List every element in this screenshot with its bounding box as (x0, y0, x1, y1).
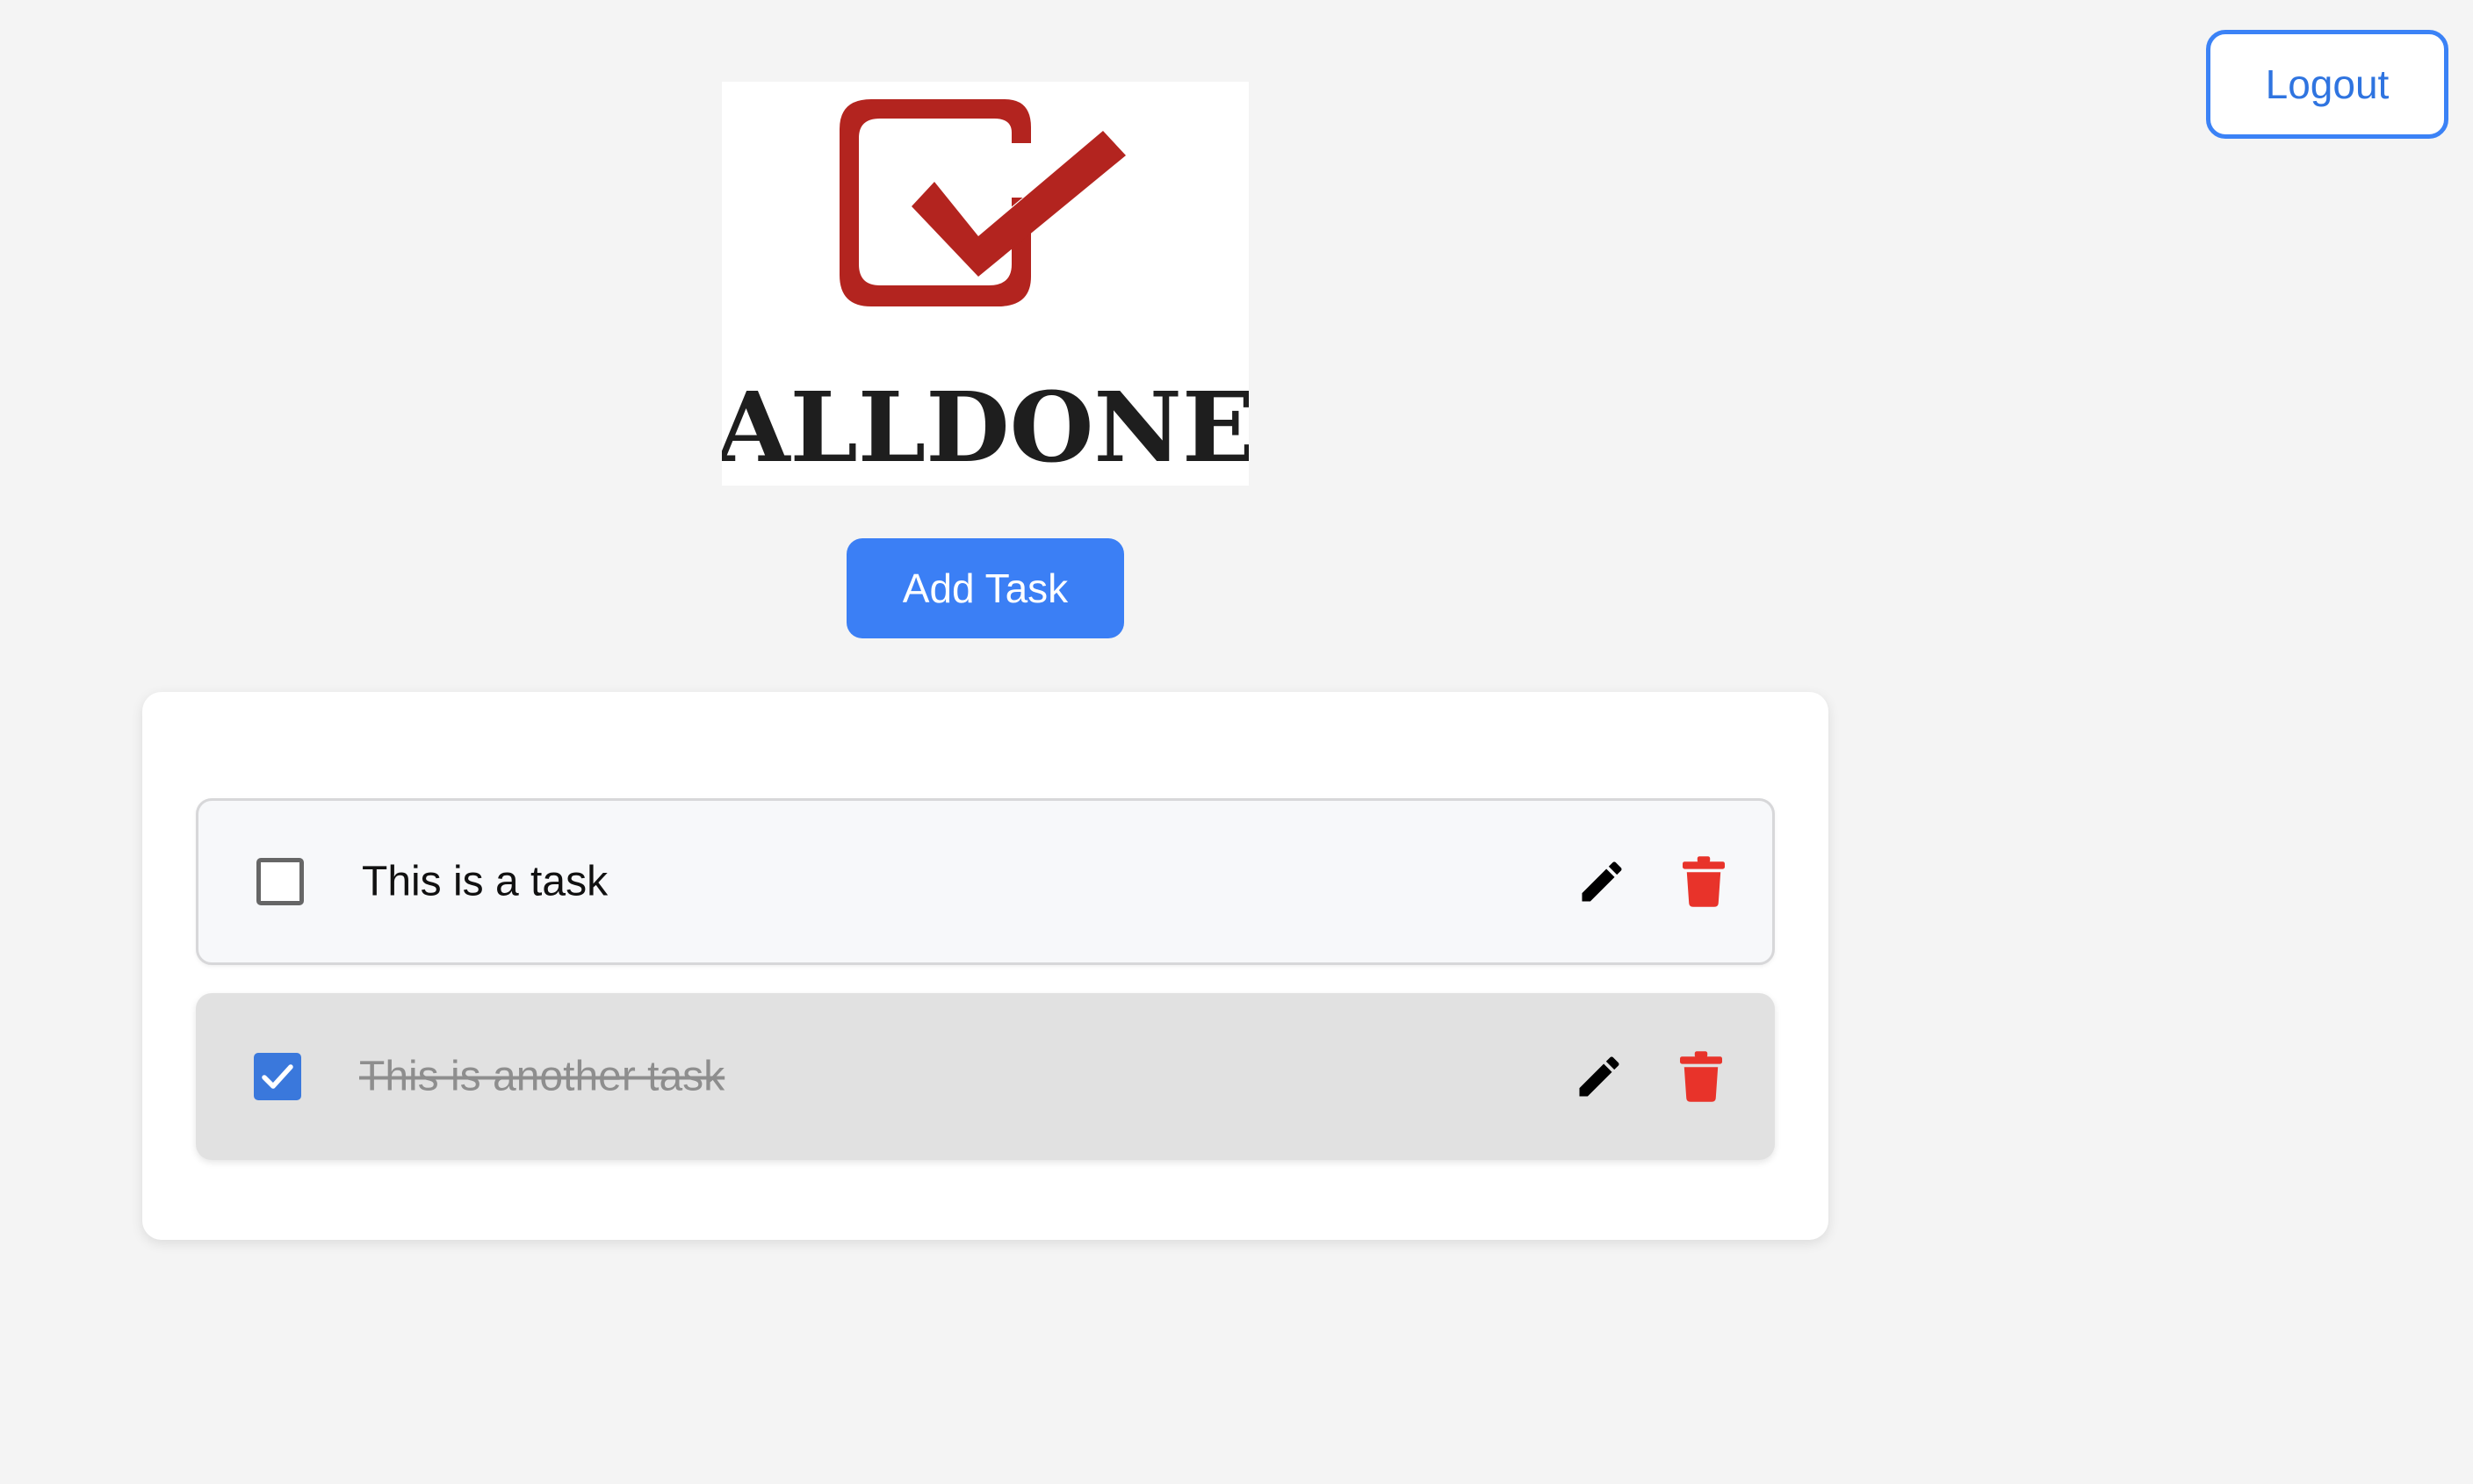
svg-text:ALLDONE: ALLDONE (722, 371, 1249, 484)
add-task-button[interactable]: Add Task (847, 538, 1124, 638)
task-checkbox[interactable] (256, 858, 304, 905)
task-checkbox[interactable] (254, 1053, 301, 1100)
task-text: This is another task (359, 1053, 725, 1100)
checkmark-icon (262, 1064, 293, 1089)
pencil-icon[interactable] (1573, 1050, 1626, 1103)
task-text: This is a task (362, 858, 609, 905)
trash-icon[interactable] (1680, 1050, 1722, 1103)
task-list-card: This is a task This is another task (142, 692, 1828, 1240)
logout-button[interactable]: Logout (2206, 30, 2448, 139)
alldone-logo: ALLDONE (722, 82, 1249, 486)
task-item: This is a task (196, 798, 1775, 965)
task-item: This is another task (196, 993, 1775, 1160)
pencil-icon[interactable] (1575, 855, 1628, 908)
trash-icon[interactable] (1683, 855, 1725, 908)
